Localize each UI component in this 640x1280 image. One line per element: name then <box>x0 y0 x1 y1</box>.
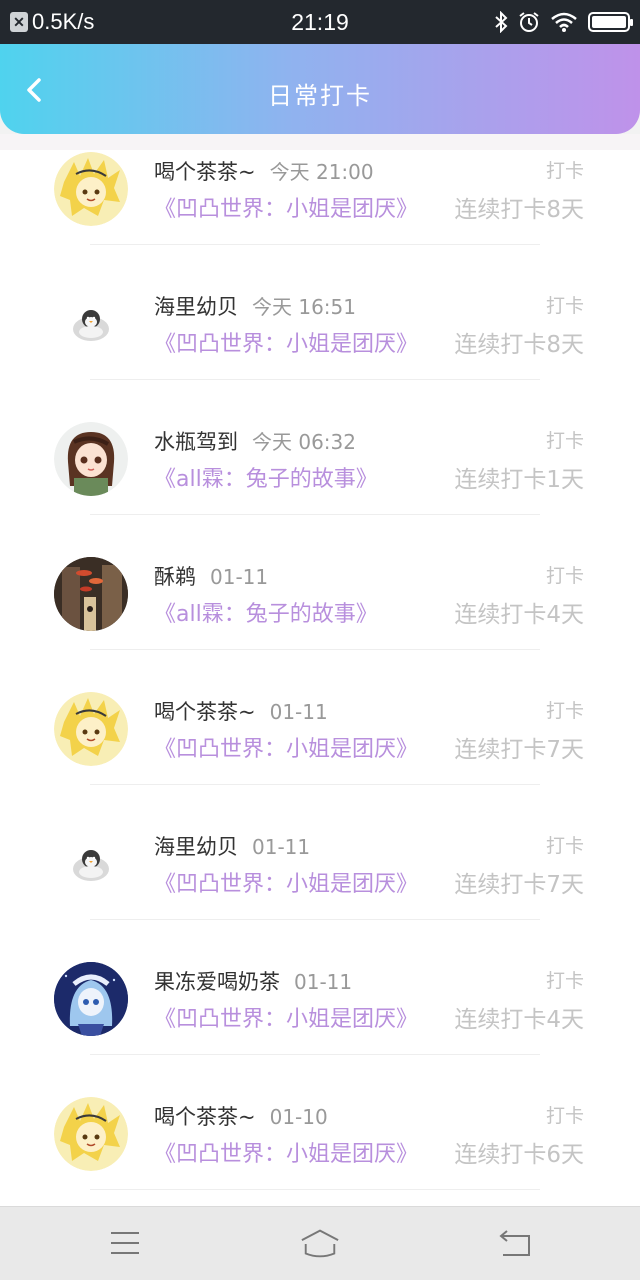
entry-user: 海里幼贝 01-11 <box>154 831 310 861</box>
avatar[interactable] <box>54 692 128 766</box>
entry-time: 01-11 <box>252 835 311 859</box>
book-title-link[interactable]: 《all霖：兔子的故事》 <box>154 596 378 628</box>
book-title-link[interactable]: 《凹凸世界：小姐是团厌》 <box>154 731 418 763</box>
checkin-label: 打卡 <box>545 970 584 992</box>
home-icon <box>301 1229 339 1258</box>
page-title: 日常打卡 <box>268 82 372 110</box>
entry-user: 酥鹈 01-11 <box>154 561 268 591</box>
user-name[interactable]: 喝个茶茶~ <box>154 1105 256 1129</box>
streak-text: 连续打卡8天 <box>454 197 584 223</box>
user-name[interactable]: 果冻爱喝奶茶 <box>154 970 280 994</box>
row-divider <box>90 379 540 380</box>
app-x-icon: ✕ <box>10 12 28 32</box>
streak-text: 连续打卡7天 <box>454 737 584 763</box>
list-item[interactable]: 酥鹈 01-11 《all霖：兔子的故事》 打卡连续打卡4天 <box>0 537 640 672</box>
checkin-label: 打卡 <box>545 430 584 452</box>
row-divider <box>90 919 540 920</box>
streak-text: 连续打卡1天 <box>454 467 584 493</box>
status-left: ✕ 0.5K/s <box>10 9 94 35</box>
status-bar: ✕ 0.5K/s 21:19 <box>0 0 640 44</box>
streak-text: 连续打卡4天 <box>454 602 584 628</box>
entry-user: 果冻爱喝奶茶 01-11 <box>154 966 352 996</box>
checkin-list[interactable]: 喝个茶茶~ 今天 21:00 《凹凸世界：小姐是团厌》 打卡 连续打卡8天 海里幼贝 今天 … <box>0 134 640 1206</box>
entry-user: 海里幼贝 今天 16:51 <box>154 291 356 321</box>
checkin-label: 打卡 <box>545 160 584 182</box>
avatar[interactable] <box>54 287 128 361</box>
entry-time: 01-11 <box>294 970 353 994</box>
checkin-label: 打卡 <box>545 295 584 317</box>
system-nav-bar <box>0 1206 640 1280</box>
battery-icon <box>588 12 633 32</box>
home-button[interactable] <box>300 1225 340 1261</box>
network-speed: 0.5K/s <box>32 9 95 34</box>
avatar[interactable] <box>54 962 128 1036</box>
book-title-link[interactable]: 《凹凸世界：小姐是团厌》 <box>154 1001 418 1033</box>
user-name[interactable]: 海里幼贝 <box>154 295 238 319</box>
row-divider <box>90 514 540 515</box>
list-item[interactable]: 水瓶驾到 今天 06:32 《all霖：兔子的故事》 打卡连续打卡1天 <box>0 402 640 537</box>
book-title-link[interactable]: 《all霖：兔子的故事》 <box>154 461 378 493</box>
entry-user: 喝个茶茶~ 01-11 <box>154 696 328 726</box>
list-item[interactable]: 果冻爱喝奶茶 01-11 《凹凸世界：小姐是团厌》 打卡连续打卡4天 <box>0 942 640 1077</box>
list-item[interactable]: 海里幼贝 今天 16:51 《凹凸世界：小姐是团厌》 打卡连续打卡8天 <box>0 267 640 402</box>
menu-icon <box>111 1232 139 1254</box>
user-name[interactable]: 喝个茶茶~ <box>154 700 256 724</box>
book-title-link[interactable]: 《凹凸世界：小姐是团厌》 <box>154 326 418 358</box>
entry-user: 喝个茶茶~ 01-10 <box>154 1101 328 1131</box>
wifi-icon <box>551 12 577 32</box>
streak-text: 连续打卡8天 <box>454 332 584 358</box>
back-nav-button[interactable] <box>496 1225 536 1261</box>
entry-time: 01-11 <box>210 565 269 589</box>
entry-time: 01-10 <box>269 1105 328 1129</box>
list-item[interactable]: 喝个茶茶~ 01-10 《凹凸世界：小姐是团厌》 打卡连续打卡6天 <box>0 1077 640 1206</box>
battery-fill <box>592 16 626 28</box>
bluetooth-icon <box>495 11 508 33</box>
row-divider <box>90 1189 540 1190</box>
checkin-label: 打卡 <box>545 565 584 587</box>
checkin-label: 打卡 <box>545 835 584 857</box>
list-item[interactable]: 喝个茶茶~ 今天 21:00 《凹凸世界：小姐是团厌》 打卡连续打卡8天 <box>0 134 640 267</box>
entry-time: 今天 06:32 <box>252 430 356 454</box>
checkin-label: 打卡 <box>545 700 584 722</box>
user-name[interactable]: 水瓶驾到 <box>154 430 238 454</box>
row-divider <box>90 1054 540 1055</box>
user-name[interactable]: 喝个茶茶~ <box>154 160 256 184</box>
row-divider <box>90 244 540 245</box>
avatar[interactable] <box>54 422 128 496</box>
book-title-link[interactable]: 《凹凸世界：小姐是团厌》 <box>154 1136 418 1168</box>
header-bar: 日常打卡 <box>0 44 640 134</box>
status-right <box>494 11 633 33</box>
checkin-label: 打卡 <box>545 1105 584 1127</box>
alarm-icon <box>519 12 539 32</box>
list-item[interactable]: 海里幼贝 01-11 《凹凸世界：小姐是团厌》 打卡连续打卡7天 <box>0 807 640 942</box>
entry-time: 今天 16:51 <box>252 295 356 319</box>
back-icon <box>499 1230 530 1256</box>
streak-text: 连续打卡7天 <box>454 872 584 898</box>
streak-text: 连续打卡4天 <box>454 1007 584 1033</box>
avatar[interactable] <box>54 1097 128 1171</box>
book-title-link[interactable]: 《凹凸世界：小姐是团厌》 <box>154 191 418 223</box>
user-name[interactable]: 海里幼贝 <box>154 835 238 859</box>
entry-user: 喝个茶茶~ 今天 21:00 <box>154 156 374 186</box>
book-title-link[interactable]: 《凹凸世界：小姐是团厌》 <box>154 866 418 898</box>
streak-text: 连续打卡6天 <box>454 1142 584 1168</box>
entry-user: 水瓶驾到 今天 06:32 <box>154 426 356 456</box>
list-item[interactable]: 喝个茶茶~ 01-11 《凹凸世界：小姐是团厌》 打卡连续打卡7天 <box>0 672 640 807</box>
avatar[interactable] <box>54 827 128 901</box>
user-name[interactable]: 酥鹈 <box>154 565 196 589</box>
menu-button[interactable] <box>105 1225 145 1261</box>
row-divider <box>90 784 540 785</box>
row-divider <box>90 649 540 650</box>
entry-time: 01-11 <box>269 700 328 724</box>
avatar[interactable] <box>54 152 128 226</box>
avatar[interactable] <box>54 557 128 631</box>
entry-time: 今天 21:00 <box>269 160 374 184</box>
